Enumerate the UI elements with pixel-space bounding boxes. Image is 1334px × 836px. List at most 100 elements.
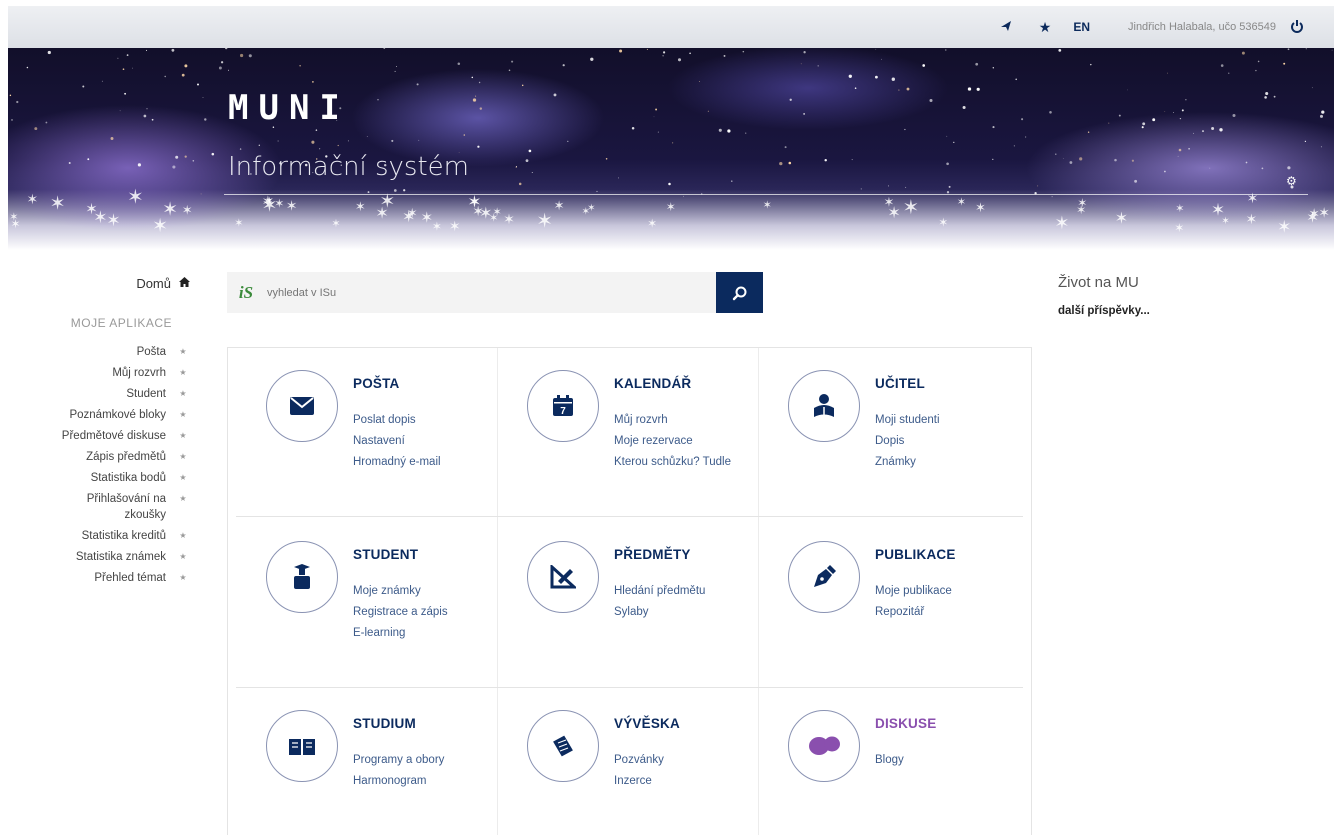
- pin-icon[interactable]: ★: [176, 365, 190, 381]
- user-name[interactable]: Jindřich Halabala, učo 536549: [1128, 21, 1276, 33]
- power-icon[interactable]: [1290, 19, 1304, 36]
- home-label: Domů: [136, 275, 171, 291]
- tile-link[interactable]: Kterou schůzku? Tudle: [614, 452, 731, 473]
- tile-link[interactable]: Známky: [875, 452, 940, 473]
- svg-text:✶: ✶: [432, 220, 442, 234]
- app-tile: PUBLIKACE Moje publikace Repozitář: [760, 521, 1020, 687]
- teacher-icon[interactable]: [788, 370, 860, 442]
- language-switch[interactable]: EN: [1073, 20, 1090, 34]
- tile-link[interactable]: Repozitář: [875, 602, 952, 623]
- sidebar-item[interactable]: Zápis předmětů ★: [0, 449, 200, 465]
- app-tile: PŘEDMĚTY Hledání předmětu Sylaby: [499, 521, 759, 687]
- ruler-pencil-icon[interactable]: [527, 541, 599, 613]
- tile-link[interactable]: Pozvánky: [614, 750, 664, 771]
- sidebar-item[interactable]: Přihlašování na zkoušky ★: [0, 491, 200, 523]
- tile-link[interactable]: Blogy: [875, 750, 904, 771]
- sidebar-item[interactable]: Statistika bodů ★: [0, 470, 200, 486]
- svg-text:✶: ✶: [375, 204, 388, 223]
- tile-link[interactable]: Programy a obory: [353, 750, 444, 771]
- news-heading: Život na MU: [1058, 274, 1139, 291]
- sidebar-item[interactable]: Můj rozvrh ★: [0, 365, 200, 381]
- app-tile: STUDIUM Programy a obory Harmonogram: [238, 690, 498, 836]
- sidebar-item-label: Statistika známek: [75, 551, 166, 563]
- sidebar-item-label: Přehled témat: [94, 572, 166, 584]
- svg-text:✶: ✶: [182, 203, 193, 218]
- calendar-icon[interactable]: 7: [527, 370, 599, 442]
- grid-divider: [236, 687, 1023, 688]
- app-tile: VÝVĚSKA Pozvánky Inzerce: [499, 690, 759, 836]
- tile-link[interactable]: Moje publikace: [875, 581, 952, 602]
- tile-link[interactable]: Harmonogram: [353, 771, 444, 792]
- tile-link[interactable]: Můj rozvrh: [614, 410, 731, 431]
- sidebar-item[interactable]: Předmětové diskuse ★: [0, 428, 200, 444]
- tile-links: Programy a obory Harmonogram: [353, 750, 444, 792]
- pin-icon[interactable]: ★: [176, 491, 190, 507]
- envelope-icon[interactable]: [266, 370, 338, 442]
- book-icon[interactable]: [266, 710, 338, 782]
- tile-title[interactable]: PŘEDMĚTY: [614, 547, 691, 562]
- tile-link[interactable]: E-learning: [353, 623, 448, 644]
- tile-title[interactable]: STUDENT: [353, 547, 418, 562]
- pin-icon[interactable]: ★: [176, 407, 190, 423]
- sidebar-item[interactable]: Poznámkové bloky ★: [0, 407, 200, 423]
- sidebar-item[interactable]: Statistika známek ★: [0, 549, 200, 565]
- tile-link[interactable]: Moji studenti: [875, 410, 940, 431]
- sidebar-item[interactable]: Pošta ★: [0, 344, 200, 360]
- tile-links: Moje známky Registrace a zápis E-learning: [353, 581, 448, 644]
- tile-title[interactable]: POŠTA: [353, 376, 400, 391]
- sidebar-item[interactable]: Student ★: [0, 386, 200, 402]
- sidebar-item[interactable]: Statistika kreditů ★: [0, 528, 200, 544]
- tile-link[interactable]: Registrace a zápis: [353, 602, 448, 623]
- svg-text:✶: ✶: [234, 216, 243, 229]
- pin-icon[interactable]: ★: [176, 386, 190, 402]
- pin-icon[interactable]: ★: [176, 428, 190, 444]
- svg-text:✶: ✶: [106, 211, 120, 231]
- tile-links: Blogy: [875, 750, 904, 771]
- tile-link[interactable]: Hromadný e-mail: [353, 452, 441, 473]
- svg-text:7: 7: [560, 406, 566, 417]
- tile-link[interactable]: Inzerce: [614, 771, 664, 792]
- tile-title[interactable]: UČITEL: [875, 376, 925, 391]
- svg-text:✶: ✶: [162, 199, 178, 221]
- tile-link[interactable]: Nastavení: [353, 431, 441, 452]
- gear-icon[interactable]: ⚙: [1286, 174, 1297, 188]
- pin-icon[interactable]: ★: [176, 344, 190, 360]
- tile-link[interactable]: Dopis: [875, 431, 940, 452]
- svg-text:✶: ✶: [647, 217, 657, 231]
- pin-icon[interactable]: ★: [176, 449, 190, 465]
- tile-link[interactable]: Poslat dopis: [353, 410, 441, 431]
- tile-title[interactable]: STUDIUM: [353, 716, 416, 731]
- tile-title[interactable]: PUBLIKACE: [875, 547, 956, 562]
- sidebar-item-label: Zápis předmětů: [86, 451, 166, 463]
- tile-link[interactable]: Hledání předmětu: [614, 581, 705, 602]
- tile-link[interactable]: Moje rezervace: [614, 431, 731, 452]
- tile-link[interactable]: Moje známky: [353, 581, 448, 602]
- sidebar-item-label: Předmětové diskuse: [61, 430, 166, 442]
- svg-text:✶: ✶: [27, 192, 39, 208]
- tile-links: Hledání předmětu Sylaby: [614, 581, 705, 623]
- navigation-icon[interactable]: [999, 19, 1013, 36]
- sidebar-item[interactable]: Přehled témat ★: [0, 570, 200, 586]
- tile-title[interactable]: VÝVĚSKA: [614, 716, 680, 731]
- pin-icon[interactable]: ★: [176, 570, 190, 586]
- more-posts-link[interactable]: další příspěvky...: [1058, 305, 1318, 317]
- sidebar-item-label: Pošta: [136, 346, 166, 358]
- tile-link[interactable]: Sylaby: [614, 602, 705, 623]
- sidebar: Domů MOJE APLIKACE Pošta ★ Můj rozvrh ★ Stud…: [0, 272, 200, 591]
- star-icon[interactable]: ★: [1039, 19, 1052, 36]
- search-input[interactable]: [265, 272, 716, 313]
- muni-logo[interactable]: MUNI: [228, 88, 350, 128]
- search-button[interactable]: [716, 272, 763, 313]
- notes-icon[interactable]: [527, 710, 599, 782]
- pen-nib-icon[interactable]: [788, 541, 860, 613]
- pin-icon[interactable]: ★: [176, 549, 190, 565]
- pin-icon[interactable]: ★: [176, 528, 190, 544]
- chat-bubbles-icon[interactable]: [788, 710, 860, 782]
- app-tile: POŠTA Poslat dopis Nastavení Hromadný e-mai…: [238, 350, 498, 516]
- tile-title[interactable]: KALENDÁŘ: [614, 376, 691, 391]
- tile-title[interactable]: DISKUSE: [875, 716, 936, 731]
- student-icon[interactable]: [266, 541, 338, 613]
- home-link[interactable]: Domů: [0, 272, 200, 294]
- svg-text:✶: ✶: [493, 206, 502, 219]
- pin-icon[interactable]: ★: [176, 470, 190, 486]
